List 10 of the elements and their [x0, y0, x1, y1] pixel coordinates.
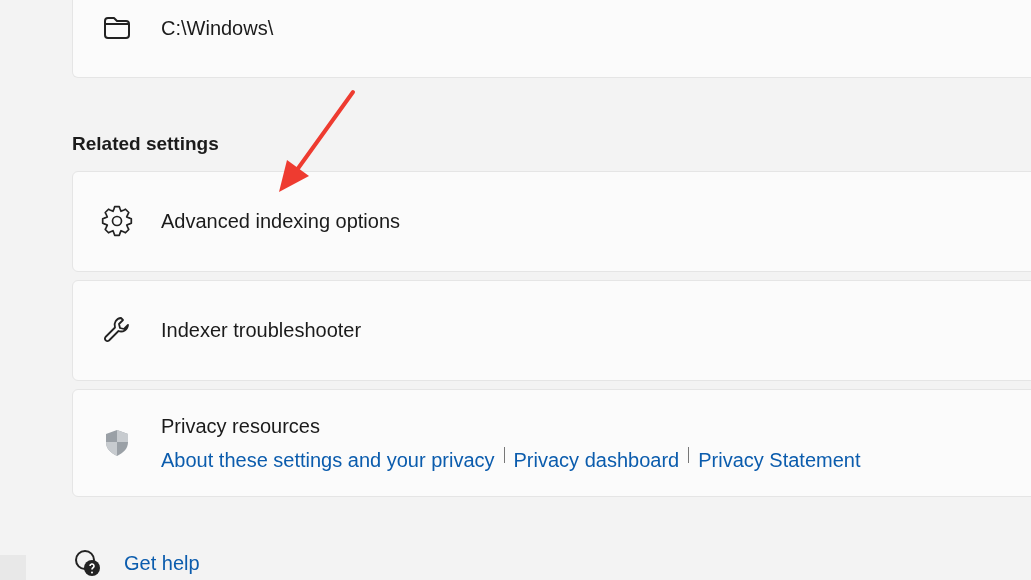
get-help-link[interactable]: Get help — [124, 547, 200, 578]
privacy-link[interactable]: Privacy Statement — [698, 448, 861, 471]
folder-path: C:\Windows\ — [161, 16, 274, 41]
section-heading: Related settings — [72, 132, 220, 156]
gear-icon — [101, 205, 133, 237]
settings-link-card[interactable]: Indexer troubleshooter — [72, 279, 1031, 381]
privacy-link[interactable]: About these settings and your privacy — [161, 448, 495, 471]
privacy-link[interactable]: Privacy dashboard — [513, 448, 680, 471]
card-title: Privacy resources — [161, 413, 321, 439]
settings-link-card[interactable]: Advanced indexing options — [72, 170, 1031, 272]
